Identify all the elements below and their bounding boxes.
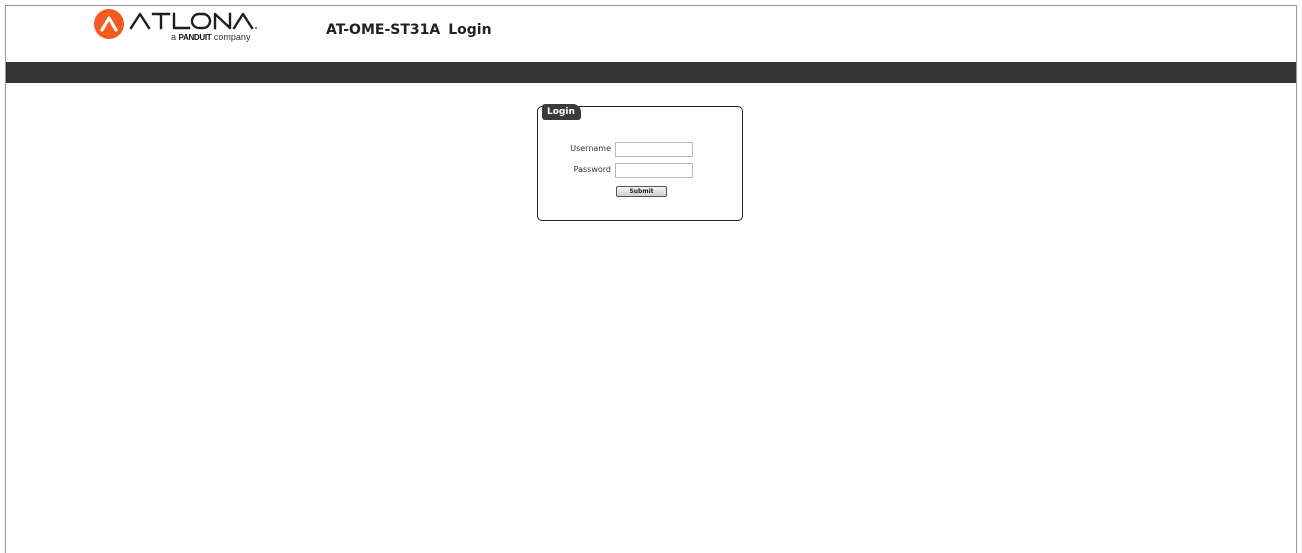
navigation-bar bbox=[6, 62, 1296, 83]
page-name: Login bbox=[448, 22, 492, 38]
logo-tagline: a PANDUIT company bbox=[171, 32, 251, 42]
browser-page: a PANDUIT company AT-OME-ST31A Login Logi… bbox=[5, 5, 1297, 553]
login-panel: Login Username Password Submit bbox=[537, 104, 743, 221]
login-panel-title: Login bbox=[542, 104, 581, 120]
submit-button[interactable]: Submit bbox=[616, 186, 667, 197]
username-label: Username bbox=[570, 144, 611, 153]
atlona-wordmark bbox=[129, 12, 257, 30]
device-model: AT-OME-ST31A bbox=[326, 22, 441, 38]
panduit-brand-name: PANDUIT bbox=[178, 33, 212, 42]
atlona-logo: a PANDUIT company bbox=[93, 8, 268, 44]
header: a PANDUIT company AT-OME-ST31A Login bbox=[6, 6, 1296, 62]
password-input[interactable] bbox=[615, 163, 693, 178]
password-row: Password bbox=[538, 163, 742, 179]
password-label: Password bbox=[573, 165, 611, 174]
username-input[interactable] bbox=[615, 142, 693, 157]
page-title: AT-OME-ST31A Login bbox=[326, 22, 492, 38]
username-row: Username bbox=[538, 142, 742, 158]
atlona-logo-mark-icon bbox=[94, 9, 124, 39]
